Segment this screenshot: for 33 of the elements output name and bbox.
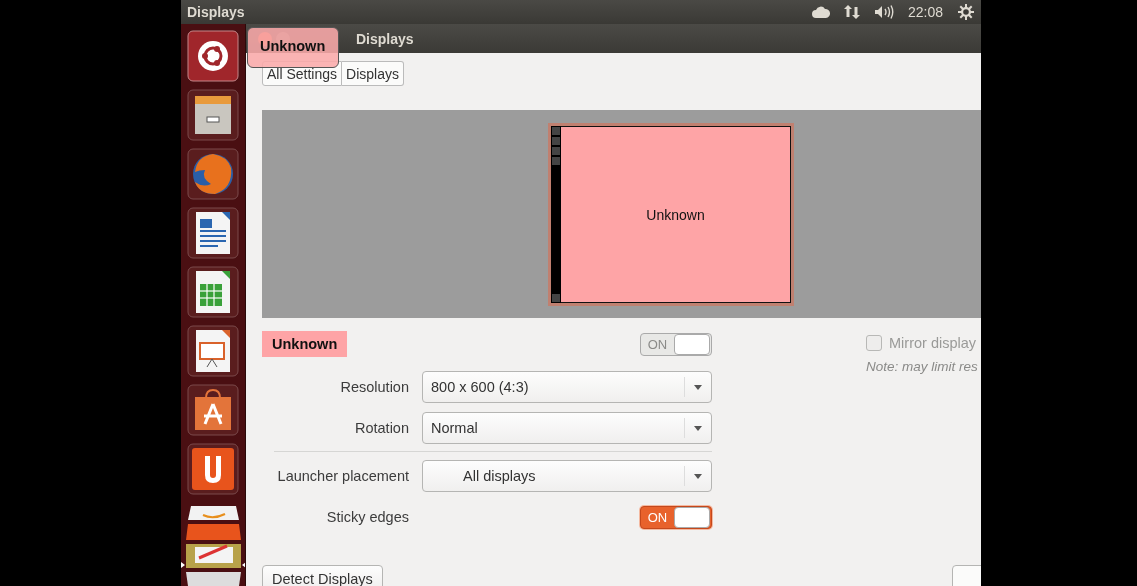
document-icon[interactable] <box>187 207 239 259</box>
fox-globe-icon[interactable] <box>187 148 239 200</box>
dropdown-arrow-icon <box>694 425 702 431</box>
ubuntu-logo-icon[interactable] <box>187 30 239 82</box>
setting-label: Rotation <box>354 420 409 436</box>
breadcrumb-button[interactable]: Displays <box>342 61 404 86</box>
display-name: Unknown <box>262 331 348 357</box>
monitor-preview[interactable]: Unknown <box>548 123 794 306</box>
spreadsheet-icon[interactable] <box>187 266 239 318</box>
shopping-bag-icon[interactable] <box>187 384 239 436</box>
monitor-label: Unknown <box>646 206 705 223</box>
checkbox-label: Mirror display <box>889 335 976 351</box>
u-letter-icon[interactable] <box>187 443 239 495</box>
setting-label: Resolution <box>339 379 409 395</box>
dropdown[interactable]: 800 x 600 (4:3) <box>422 371 712 403</box>
dropdown-arrow-icon <box>694 473 702 479</box>
dropdown[interactable]: Normal <box>422 412 712 444</box>
gear-icon[interactable] <box>957 3 975 21</box>
dropdown-arrow-icon <box>694 384 702 390</box>
presentation-icon[interactable] <box>187 325 239 377</box>
network-arrows-icon[interactable] <box>843 4 860 20</box>
clock[interactable]: 22:08 <box>907 4 943 20</box>
setting-label: Sticky edges <box>325 509 409 525</box>
cloud-icon[interactable] <box>811 6 830 18</box>
window-title: Displays <box>356 30 414 47</box>
file-cabinet-icon[interactable] <box>187 89 239 141</box>
setting-label: Launcher placement <box>276 468 409 484</box>
note-text: Note: may limit res <box>866 359 978 374</box>
app-title: Displays <box>187 4 245 20</box>
volume-icon[interactable] <box>873 5 894 19</box>
tooltip: Unknown <box>247 27 339 68</box>
dropdown[interactable]: All displays <box>422 460 712 492</box>
detect-displays-button[interactable]: Detect Displays <box>262 565 383 586</box>
